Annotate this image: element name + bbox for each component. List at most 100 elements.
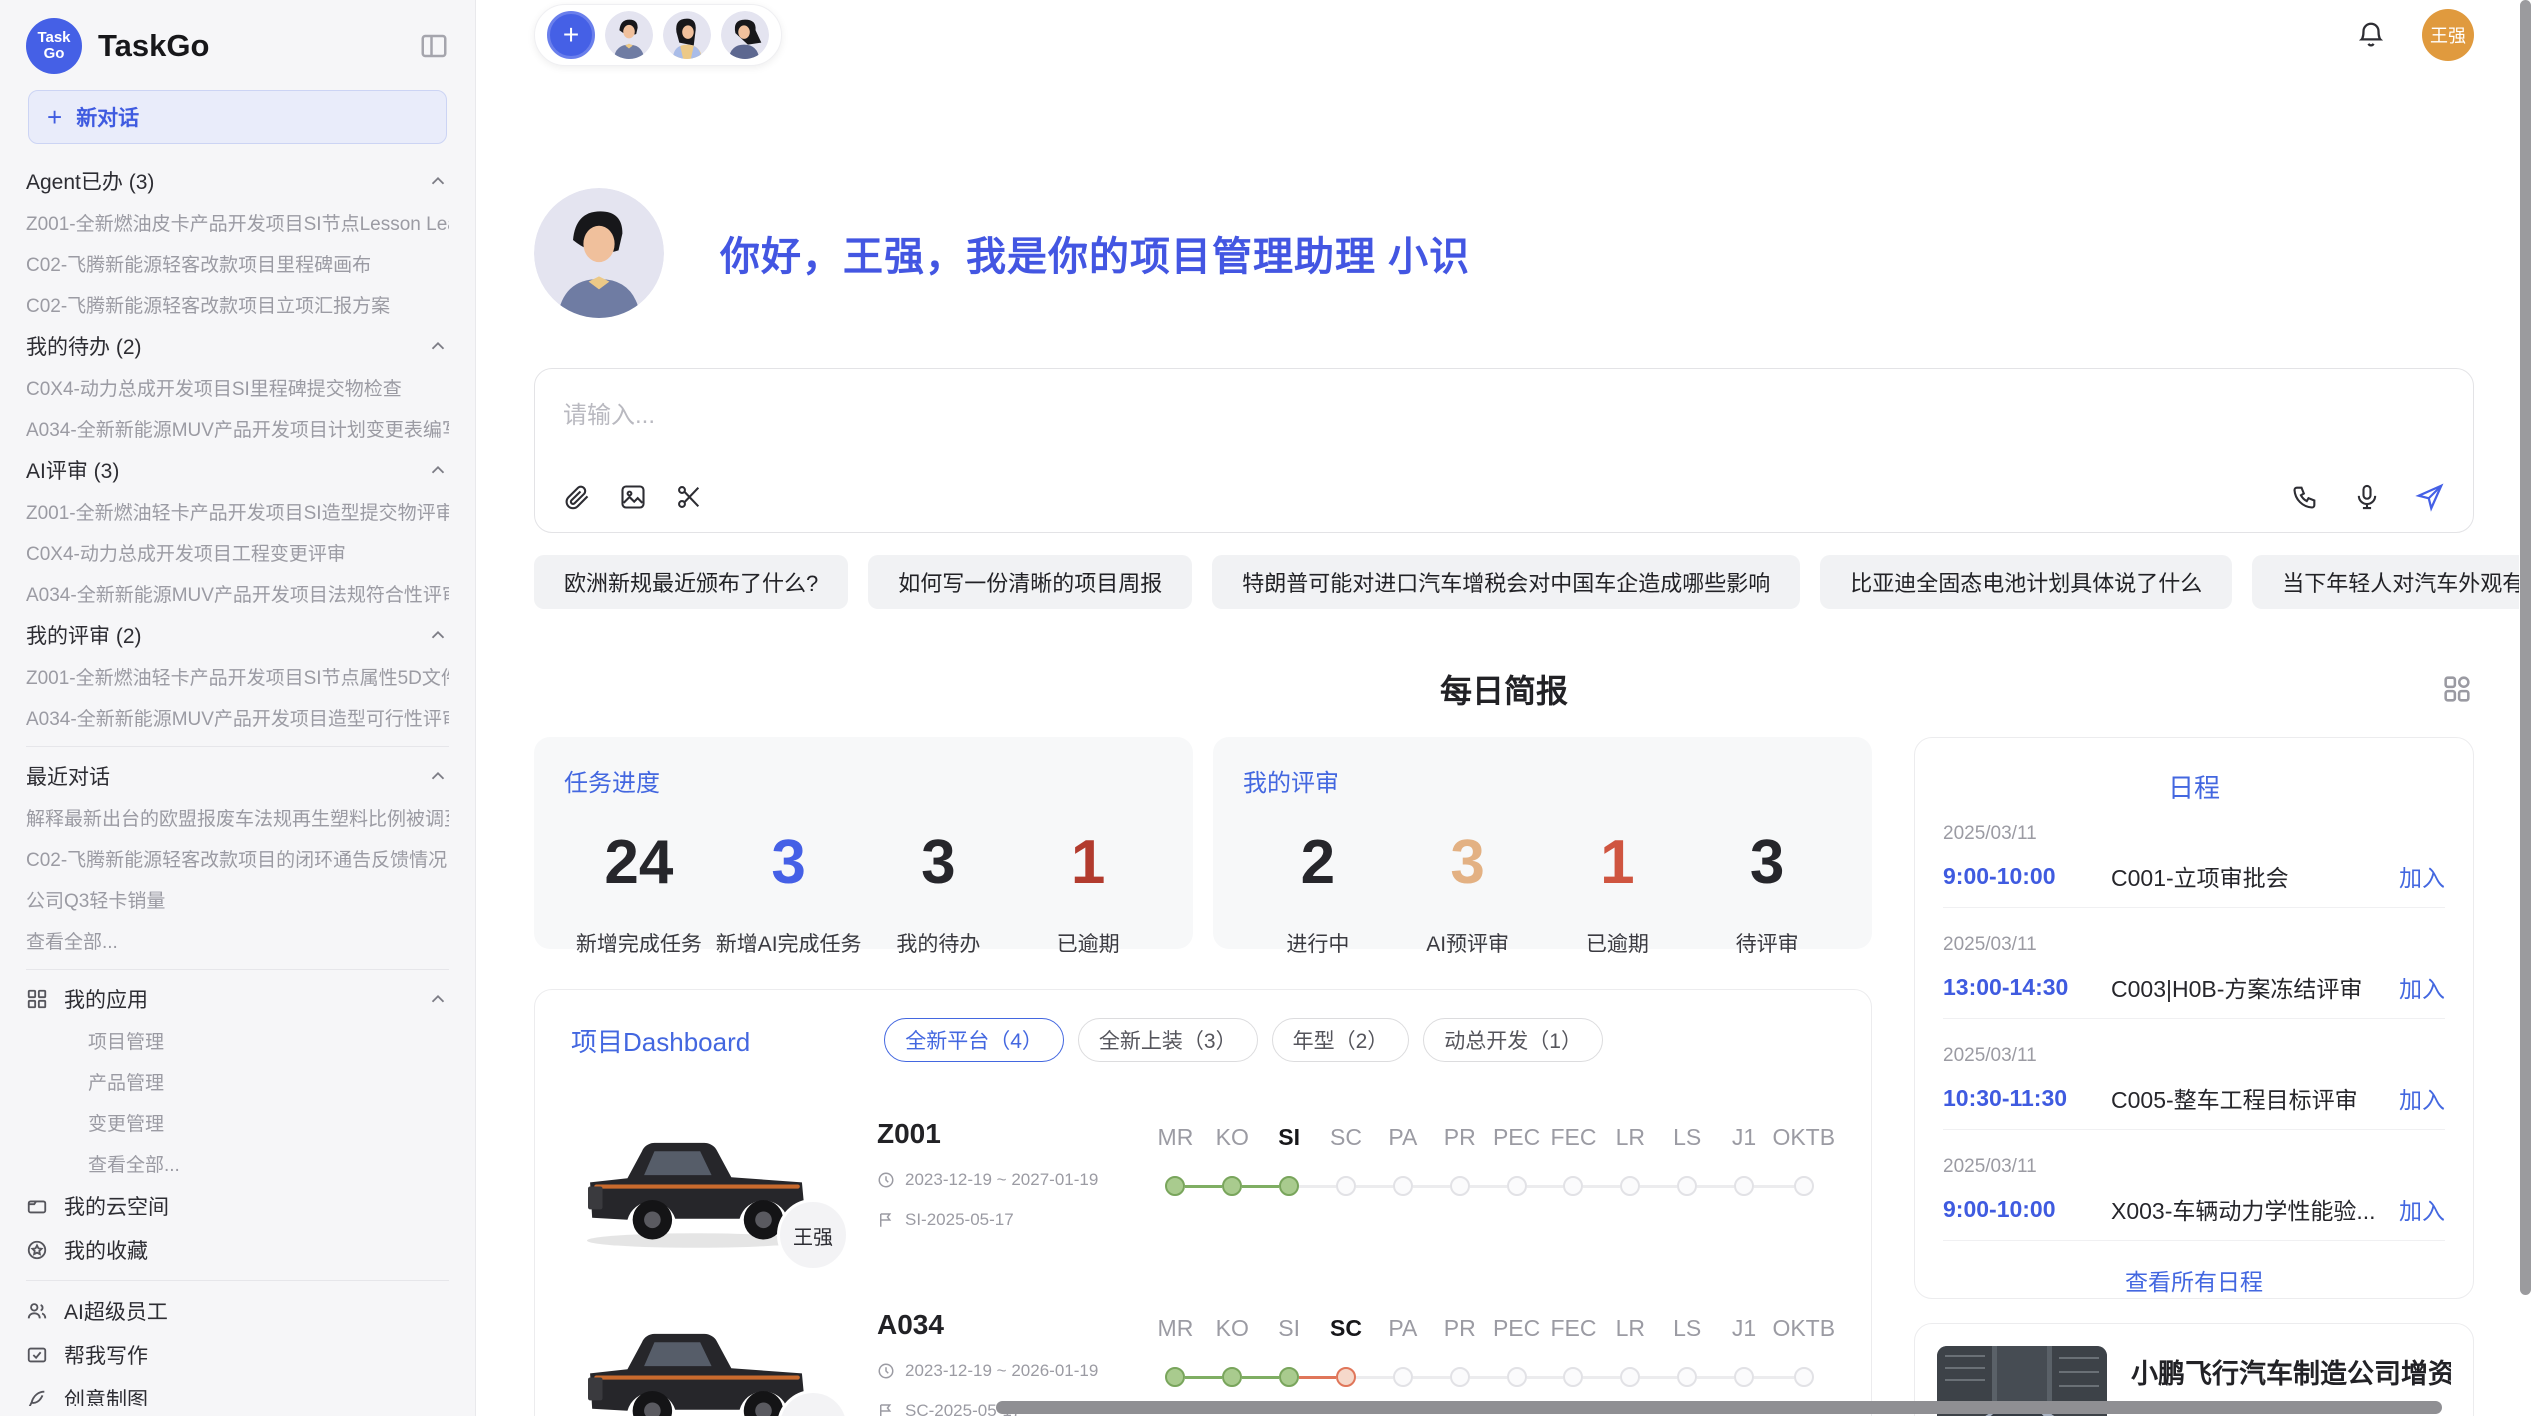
schedule-event-title: C005-整车工程目标评审	[2111, 1081, 2399, 1115]
send-icon[interactable]	[2415, 482, 2445, 512]
clock-icon	[877, 1171, 895, 1189]
view-all-chats[interactable]: 查看全部...	[26, 920, 449, 961]
contact-avatar[interactable]	[605, 11, 653, 59]
section-my-todo[interactable]: 我的待办 (2)	[26, 325, 449, 367]
stat-value: 3	[864, 824, 1014, 902]
stat-label: 我的待办	[864, 928, 1014, 958]
project-row[interactable]: 王强 A034 2023-12-19 ~ 2026-01-19 SC-2025-…	[571, 1309, 1835, 1416]
sidebar-item-favorites[interactable]: 我的收藏	[26, 1228, 449, 1272]
sidebar-item[interactable]: A034-全新新能源MUV产品开发项目造型可行性评审	[26, 697, 449, 738]
chevron-up-icon[interactable]	[427, 765, 449, 787]
section-my-apps[interactable]: 我的应用	[26, 978, 449, 1020]
view-all-apps[interactable]: 查看全部...	[26, 1143, 449, 1184]
recent-chat-item[interactable]: 解释最新出台的欧盟报废车法规再生塑料比例被调至15%...	[26, 797, 449, 838]
join-button[interactable]: 加入	[2399, 1081, 2445, 1115]
tab-year-model[interactable]: 年型（2）	[1272, 1018, 1410, 1062]
section-agent-done[interactable]: Agent已办 (3)	[26, 160, 449, 202]
sidebar-item[interactable]: C02-飞腾新能源轻客改款项目里程碑画布	[26, 243, 449, 284]
microphone-icon[interactable]	[2353, 483, 2381, 511]
app-item-project-mgmt[interactable]: 项目管理	[26, 1020, 449, 1061]
sidebar-item[interactable]: A034-全新新能源MUV产品开发项目法规符合性评审	[26, 573, 449, 614]
suggestion-chip[interactable]: 如何写一份清晰的项目周报	[868, 555, 1192, 609]
sidebar-item-label: 帮我写作	[64, 1340, 148, 1370]
recent-chat-item[interactable]: C02-飞腾新能源轻客改款项目的闭环通告反馈情况	[26, 838, 449, 879]
divider	[26, 746, 449, 747]
project-image: 王强	[571, 1118, 821, 1253]
chevron-up-icon[interactable]	[427, 988, 449, 1010]
sidebar-header: Task Go TaskGo	[26, 14, 449, 78]
divider	[1943, 907, 2445, 908]
sidebar-item-help-write[interactable]: 帮我写作	[26, 1333, 449, 1377]
recent-chat-item[interactable]: 公司Q3轻卡销量	[26, 879, 449, 920]
milestone: LS	[1659, 1315, 1716, 1389]
sidebar-item[interactable]: Z001-全新燃油皮卡产品开发项目SI节点Lesson Learn报告	[26, 202, 449, 243]
sidebar-item[interactable]: C0X4-动力总成开发项目工程变更评审	[26, 532, 449, 573]
schedule-date: 2025/03/11	[1943, 823, 2445, 845]
daily-briefing-title: 每日简报	[534, 666, 2474, 712]
sidebar-item-ai-employee[interactable]: AI超级员工	[26, 1289, 449, 1333]
milestone: MR	[1147, 1124, 1204, 1198]
stat-value: 1	[1013, 824, 1163, 902]
section-recent-chats[interactable]: 最近对话	[26, 755, 449, 797]
star-circle-icon	[26, 1239, 48, 1261]
suggestion-chip[interactable]: 当下年轻人对汽车外观有怎样的喜好趋势	[2252, 555, 2532, 609]
stat: 3 我的待办	[864, 824, 1014, 958]
tab-new-body[interactable]: 全新上装（3）	[1078, 1018, 1258, 1062]
project-row[interactable]: 王强 Z001 2023-12-19 ~ 2027-01-19 SI-2025-…	[571, 1118, 1835, 1253]
app-item-product-mgmt[interactable]: 产品管理	[26, 1061, 449, 1102]
suggestion-chip[interactable]: 特朗普可能对进口汽车增税会对中国车企造成哪些影响	[1212, 555, 1800, 609]
schedule-date: 2025/03/11	[1943, 934, 2445, 956]
horizontal-scrollbar[interactable]	[996, 1401, 2442, 1414]
sidebar-item[interactable]: Z001-全新燃油轻卡产品开发项目SI节点属性5D文件评审	[26, 656, 449, 697]
suggestion-chip[interactable]: 比亚迪全固态电池计划具体说了什么	[1820, 555, 2232, 609]
message-composer[interactable]: 请输入...	[534, 368, 2474, 533]
tab-new-platform[interactable]: 全新平台（4）	[884, 1018, 1064, 1062]
schedule-date: 2025/03/11	[1943, 1156, 2445, 1178]
chevron-up-icon[interactable]	[427, 624, 449, 646]
milestone: MR	[1147, 1315, 1204, 1389]
sidebar-item[interactable]: C02-飞腾新能源轻客改款项目立项汇报方案	[26, 284, 449, 325]
app-item-change-mgmt[interactable]: 变更管理	[26, 1102, 449, 1143]
milestone: J1	[1716, 1315, 1773, 1389]
sidebar-item[interactable]: Z001-全新燃油轻卡产品开发项目SI造型提交物评审	[26, 491, 449, 532]
sidebar-item-creative-draw[interactable]: 创意制图	[26, 1377, 449, 1406]
join-button[interactable]: 加入	[2399, 859, 2445, 893]
sidebar-content: Agent已办 (3) Z001-全新燃油皮卡产品开发项目SI节点Lesson …	[26, 160, 449, 1406]
stat-label: 新增完成任务	[564, 928, 714, 958]
user-avatar[interactable]: 王强	[2422, 9, 2474, 61]
suggestion-chip[interactable]: 欧洲新规最近颁布了什么?	[534, 555, 848, 609]
image-icon[interactable]	[619, 483, 647, 511]
section-title: 我的应用	[64, 984, 148, 1014]
phone-call-icon[interactable]	[2291, 483, 2319, 511]
layout-grid-icon[interactable]	[2440, 672, 2474, 706]
schedule-item: 2025/03/11 10:30-11:30 C005-整车工程目标评审 加入	[1943, 1027, 2445, 1138]
new-chat-button[interactable]: + 新对话	[28, 90, 447, 144]
stat: 1 已逾期	[1013, 824, 1163, 958]
sidebar-item-cloud-space[interactable]: 我的云空间	[26, 1184, 449, 1228]
sidebar-item-label: 创意制图	[64, 1384, 148, 1406]
view-all-schedule-link[interactable]: 查看所有日程	[1943, 1249, 2445, 1303]
sidebar-item-label: AI超级员工	[64, 1296, 168, 1326]
stat-label: 新增AI完成任务	[714, 928, 864, 958]
chevron-up-icon[interactable]	[427, 335, 449, 357]
sidebar-item[interactable]: C0X4-动力总成开发项目SI里程碑提交物检查	[26, 367, 449, 408]
attachment-icon[interactable]	[563, 483, 591, 511]
contact-avatar[interactable]	[663, 11, 711, 59]
tab-powertrain[interactable]: 动总开发（1）	[1423, 1018, 1603, 1062]
scissors-icon[interactable]	[675, 483, 703, 511]
add-contact-button[interactable]: +	[547, 11, 595, 59]
chevron-up-icon[interactable]	[427, 459, 449, 481]
join-button[interactable]: 加入	[2399, 1192, 2445, 1226]
section-ai-review[interactable]: AI评审 (3)	[26, 449, 449, 491]
contact-avatar[interactable]	[721, 11, 769, 59]
notifications-bell-icon[interactable]	[2356, 20, 2386, 50]
join-button[interactable]: 加入	[2399, 970, 2445, 1004]
vertical-scrollbar[interactable]	[2519, 0, 2532, 1416]
stat-label: 待评审	[1692, 928, 1842, 958]
section-my-review[interactable]: 我的评审 (2)	[26, 614, 449, 656]
stat: 24 新增完成任务	[564, 824, 714, 958]
sidebar-item[interactable]: A034-全新新能源MUV产品开发项目计划变更表编写	[26, 408, 449, 449]
collapse-sidebar-icon[interactable]	[419, 31, 449, 61]
stat-value: 24	[564, 824, 714, 902]
chevron-up-icon[interactable]	[427, 170, 449, 192]
